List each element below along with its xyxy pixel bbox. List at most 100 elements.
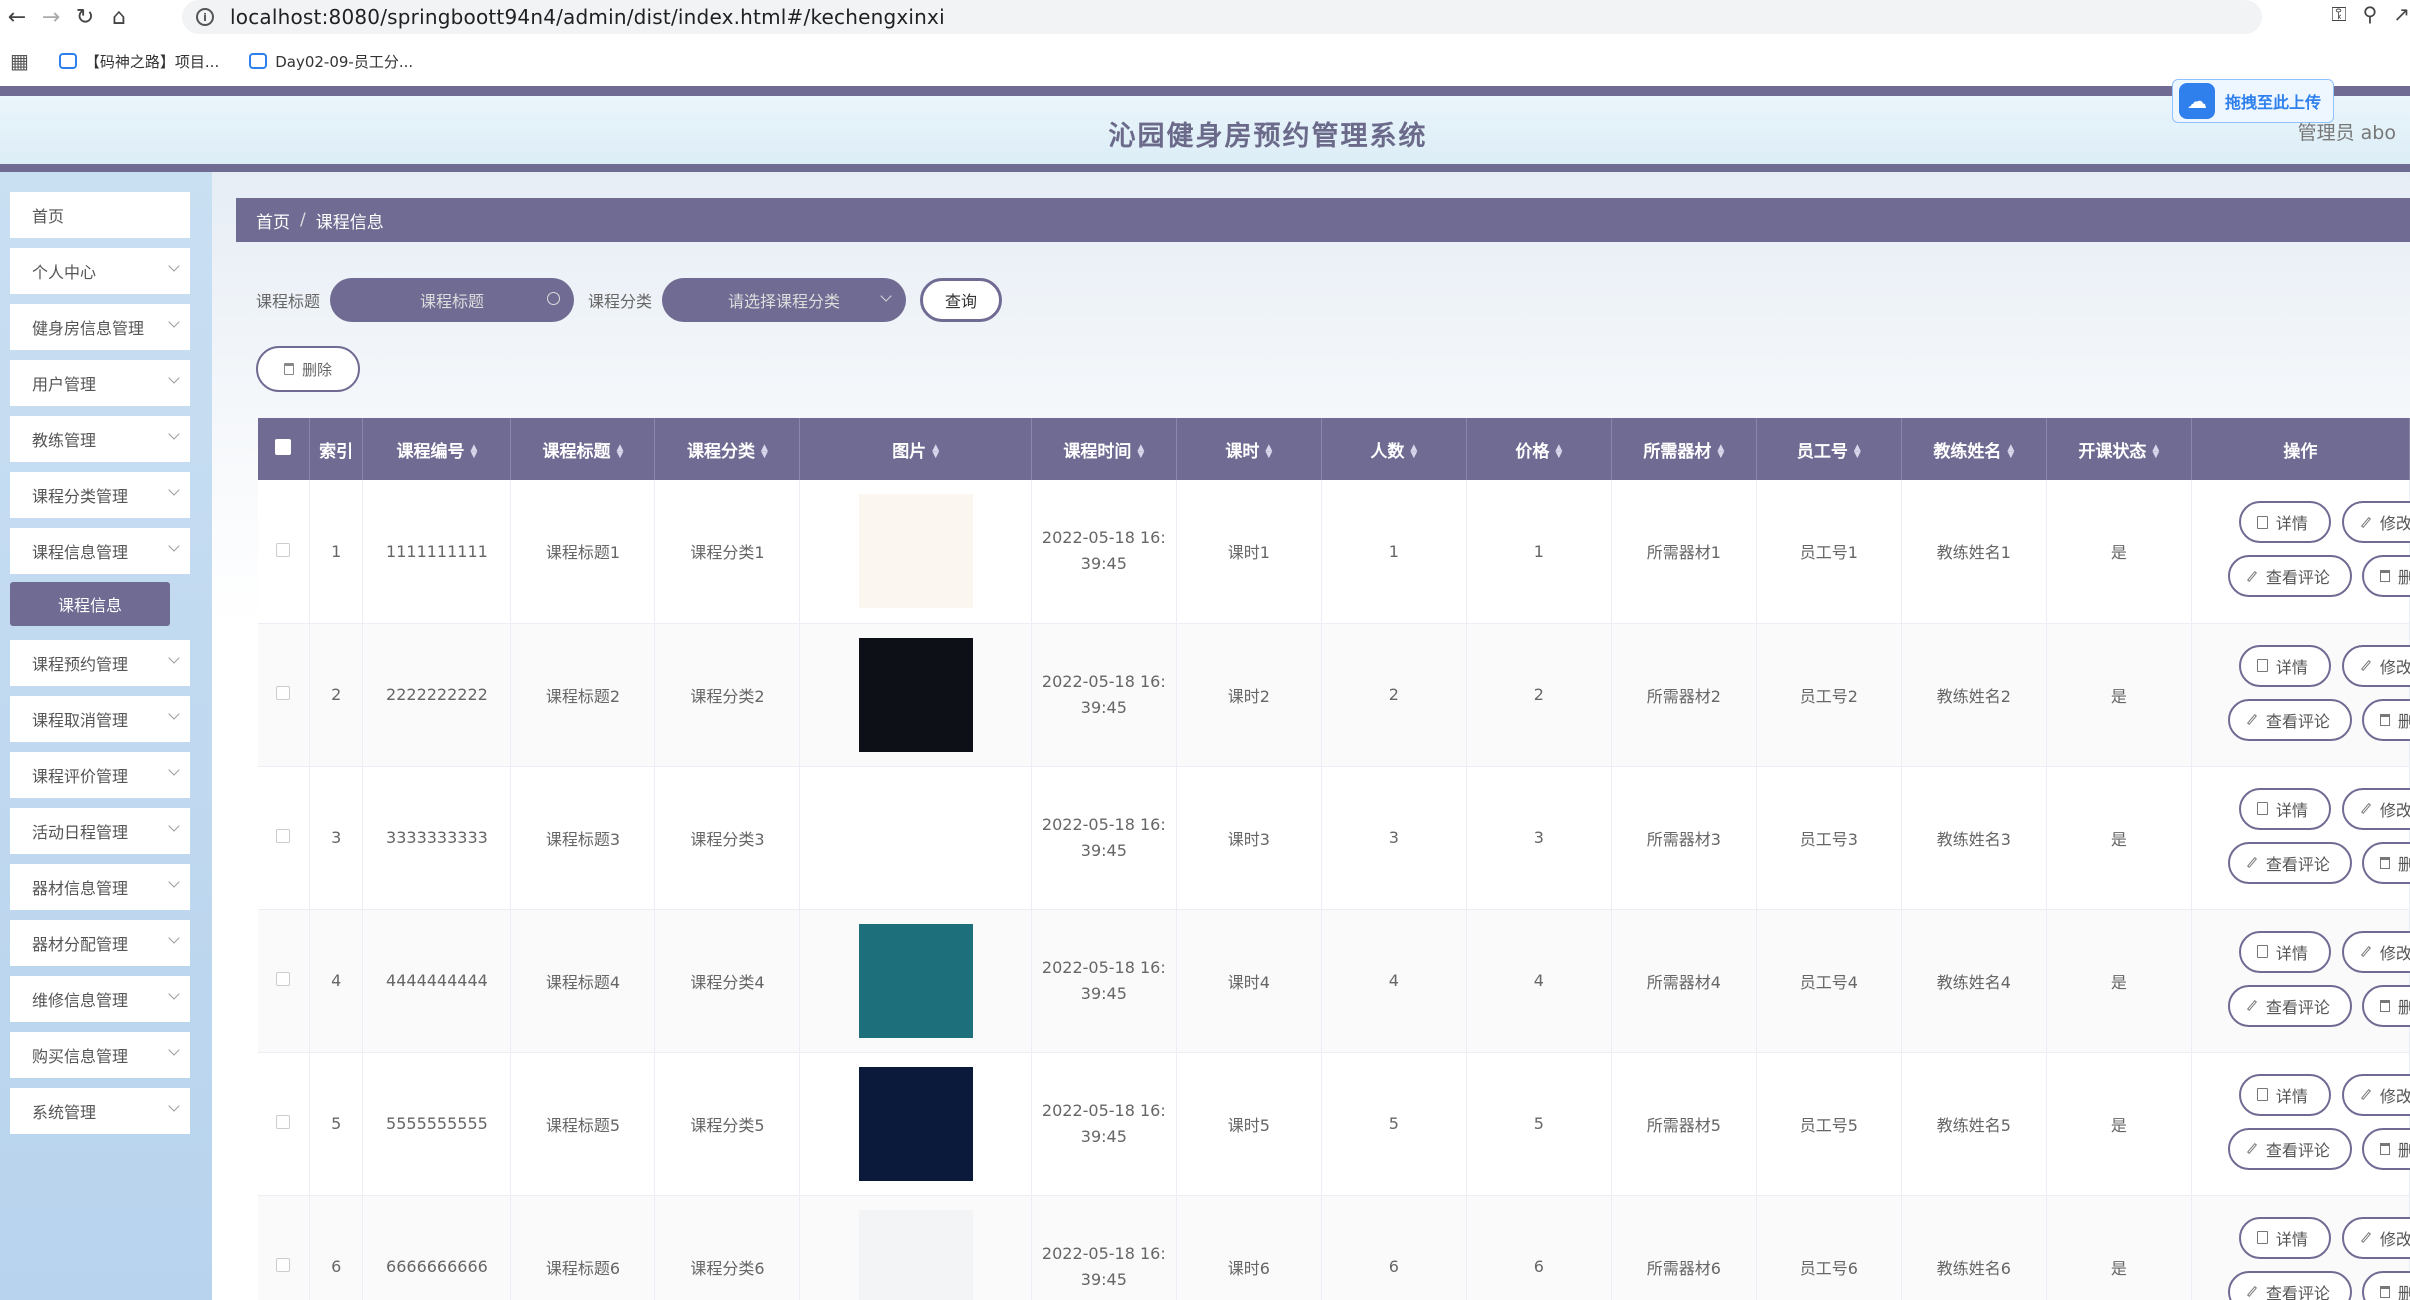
sidebar-item[interactable]: 器材信息管理: [10, 864, 190, 910]
view-comments-button[interactable]: 查看评论: [2227, 984, 2352, 1027]
reload-icon[interactable]: ↻: [68, 2, 102, 32]
edit-button[interactable]: 修改: [2341, 644, 2410, 687]
sort-icon[interactable]: ▲ ▼: [617, 443, 624, 459]
code-cell: 6666666666: [362, 1195, 512, 1300]
delete-button[interactable]: 删除: [2361, 555, 2410, 598]
row-checkbox[interactable]: [276, 972, 291, 986]
people-computer-image[interactable]: [858, 494, 973, 609]
row-checkbox[interactable]: [276, 686, 291, 700]
back-icon[interactable]: ←: [0, 2, 34, 32]
sort-icon[interactable]: ▲ ▼: [1265, 443, 1272, 459]
address-bar[interactable]: i localhost:8080/springboott94n4/admin/d…: [182, 0, 2262, 34]
row-checkbox[interactable]: [276, 829, 291, 843]
share-icon[interactable]: ↗: [2393, 2, 2410, 26]
sidebar-item[interactable]: 系统管理: [10, 1088, 190, 1134]
column-header[interactable]: 所需器材 ▲ ▼: [1611, 418, 1757, 480]
sidebar-item[interactable]: 课程评价管理: [10, 752, 190, 798]
row-checkbox[interactable]: [276, 1115, 291, 1129]
sort-icon[interactable]: ▲ ▼: [470, 443, 477, 459]
sort-icon[interactable]: ▲ ▼: [2007, 443, 2014, 459]
document-icon: [2256, 1088, 2268, 1101]
zoom-icon[interactable]: ⚲: [2363, 2, 2378, 26]
digital-head-image[interactable]: [858, 1066, 973, 1181]
column-header[interactable]: 人数 ▲ ▼: [1321, 418, 1467, 480]
upload-widget[interactable]: ☁ 拖拽至此上传: [2172, 79, 2334, 123]
sql-server-logo-image[interactable]: [858, 780, 973, 895]
home-icon[interactable]: ⌂: [102, 2, 136, 32]
detail-button[interactable]: 详情: [2238, 1216, 2331, 1259]
forward-icon[interactable]: →: [34, 2, 68, 32]
column-header[interactable]: 图片 ▲ ▼: [799, 418, 1032, 480]
sort-icon[interactable]: ▲ ▼: [1137, 443, 1144, 459]
view-comments-button[interactable]: 查看评论: [2227, 841, 2352, 884]
row-checkbox[interactable]: [276, 1258, 291, 1272]
bookmark-item[interactable]: 【码神之路】项目...: [58, 51, 219, 72]
column-header[interactable]: 课时 ▲ ▼: [1176, 418, 1322, 480]
sort-icon[interactable]: ▲ ▼: [1854, 443, 1861, 459]
sort-icon[interactable]: ▲ ▼: [1717, 443, 1724, 459]
mysql-logo-image[interactable]: [858, 637, 973, 752]
delete-button[interactable]: 删除: [2361, 841, 2410, 884]
sidebar-item[interactable]: 首页: [10, 192, 190, 238]
column-header[interactable]: 课程编号 ▲ ▼: [362, 418, 512, 480]
batch-delete-button[interactable]: 删除: [256, 346, 360, 392]
edit-button[interactable]: 修改: [2341, 930, 2410, 973]
sidebar-item[interactable]: 课程分类管理: [10, 472, 190, 518]
edit-button[interactable]: 修改: [2341, 501, 2410, 544]
select-all-checkbox[interactable]: [275, 438, 292, 455]
edit-button[interactable]: 修改: [2341, 1216, 2410, 1259]
delete-button[interactable]: 删除: [2361, 1270, 2410, 1300]
sidebar-item[interactable]: 课程信息管理: [10, 528, 190, 574]
apps-grid-icon[interactable]: ▦: [10, 49, 29, 73]
column-header[interactable]: 员工号 ▲ ▼: [1756, 418, 1902, 480]
info-icon[interactable]: i: [196, 8, 214, 26]
index-cell: 3: [309, 766, 364, 910]
delete-button[interactable]: 删除: [2361, 698, 2410, 741]
delete-button[interactable]: 删除: [2361, 1127, 2410, 1170]
column-header[interactable]: 开课状态 ▲ ▼: [2046, 418, 2192, 480]
sidebar-item[interactable]: 课程取消管理: [10, 696, 190, 742]
sort-icon[interactable]: ▲ ▼: [761, 443, 768, 459]
sidebar-item[interactable]: 用户管理: [10, 360, 190, 406]
bookmark-item[interactable]: Day02-09-员工分...: [249, 51, 413, 72]
category-select[interactable]: 请选择课程分类: [662, 278, 907, 322]
edit-button[interactable]: 修改: [2341, 787, 2410, 830]
query-button[interactable]: 查询: [920, 278, 1003, 322]
sidebar-item[interactable]: 器材分配管理: [10, 920, 190, 966]
detail-button[interactable]: 详情: [2238, 501, 2331, 544]
detail-button[interactable]: 详情: [2238, 930, 2331, 973]
sort-icon[interactable]: ▲ ▼: [2152, 443, 2159, 459]
sidebar-item[interactable]: 维修信息管理: [10, 976, 190, 1022]
view-comments-button[interactable]: 查看评论: [2227, 1127, 2352, 1170]
row-checkbox[interactable]: [276, 542, 291, 557]
view-comments-button[interactable]: 查看评论: [2227, 1270, 2352, 1300]
column-header[interactable]: 价格 ▲ ▼: [1466, 418, 1612, 480]
view-comments-button[interactable]: 查看评论: [2227, 698, 2352, 741]
view-comments-button[interactable]: 查看评论: [2227, 555, 2352, 598]
sidebar-item[interactable]: 健身房信息管理: [10, 304, 190, 350]
edit-button[interactable]: 修改: [2341, 1073, 2410, 1116]
breadcrumb-home[interactable]: 首页: [256, 208, 290, 233]
column-header[interactable]: 课程标题 ▲ ▼: [510, 418, 656, 480]
sidebar-item[interactable]: 个人中心: [10, 248, 190, 294]
select-all-header[interactable]: [258, 418, 310, 480]
sidebar-item[interactable]: 活动日程管理: [10, 808, 190, 854]
sidebar-item[interactable]: 课程预约管理: [10, 640, 190, 686]
column-header[interactable]: 课程分类 ▲ ▼: [654, 418, 801, 480]
key-icon[interactable]: ⚿: [2331, 2, 2346, 26]
sort-icon[interactable]: ▲ ▼: [1555, 443, 1562, 459]
column-header[interactable]: 课程时间 ▲ ▼: [1031, 418, 1177, 480]
idea-lightbulb-image[interactable]: [858, 923, 973, 1038]
sidebar-item[interactable]: 购买信息管理: [10, 1032, 190, 1078]
delete-button[interactable]: 删除: [2361, 984, 2410, 1027]
sort-icon[interactable]: ▲ ▼: [1410, 443, 1417, 459]
detail-button[interactable]: 详情: [2238, 1073, 2331, 1116]
sidebar-sub-item-course-info[interactable]: 课程信息: [10, 582, 170, 626]
detail-button[interactable]: 详情: [2238, 787, 2331, 830]
sort-icon[interactable]: ▲ ▼: [932, 443, 939, 459]
sidebar-item[interactable]: 教练管理: [10, 416, 190, 462]
title-search-input[interactable]: 课程标题: [330, 278, 575, 322]
column-header[interactable]: 教练姓名 ▲ ▼: [1901, 418, 2047, 480]
office-desk-image[interactable]: [858, 1209, 973, 1300]
detail-button[interactable]: 详情: [2238, 644, 2331, 687]
